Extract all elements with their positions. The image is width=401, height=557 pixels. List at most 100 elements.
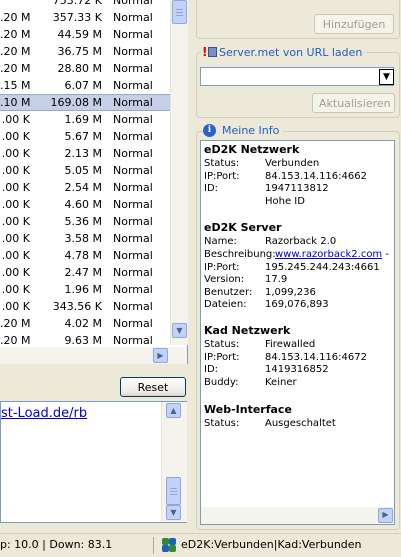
url-group-header: ! Server.met von URL laden bbox=[201, 44, 367, 60]
server-priority-cell: Normal bbox=[113, 0, 153, 7]
server-size-cell: 4.02 M bbox=[64, 317, 102, 330]
scroll-down-button[interactable]: ▼ bbox=[166, 505, 181, 520]
web-value: Ausgeschaltet bbox=[265, 418, 336, 429]
server-row[interactable]: .20 M 4.02 M Normal bbox=[0, 315, 170, 332]
web-key: Status: bbox=[204, 418, 240, 429]
server-usage-cell: .00 K bbox=[1, 249, 30, 262]
server-row-selected[interactable]: .10 M 169.08 M Normal bbox=[0, 94, 170, 111]
scroll-thumb[interactable] bbox=[172, 0, 187, 24]
info-group-header: i Meine Info bbox=[203, 122, 284, 138]
server-list-vscrollbar[interactable]: ▼ bbox=[170, 0, 188, 345]
server-priority-cell: Normal bbox=[113, 79, 153, 92]
url-combobox[interactable]: ▼ bbox=[200, 67, 394, 86]
server-row[interactable]: .20 M 357.33 K Normal bbox=[0, 9, 170, 26]
server-priority-cell: Normal bbox=[113, 62, 153, 75]
server-size-cell: 28.80 M bbox=[57, 62, 102, 75]
network-status-icon bbox=[162, 538, 176, 552]
server-size-cell: 2.54 M bbox=[64, 181, 102, 194]
server-row[interactable]: .00 K 5.05 M Normal bbox=[0, 162, 170, 179]
info-hscrollbar[interactable]: ▶ bbox=[201, 507, 394, 524]
server-usage-cell: .20 M bbox=[0, 317, 31, 330]
server-priority-cell: Normal bbox=[113, 45, 153, 58]
server-size-cell: 343.56 K bbox=[52, 300, 102, 313]
log-panel: st-Load.de/rb ▲ ▼ bbox=[0, 401, 187, 523]
log-vscrollbar[interactable]: ▲ ▼ bbox=[161, 402, 187, 522]
server-row[interactable]: .00 K 4.78 M Normal bbox=[0, 247, 170, 264]
server-row[interactable]: .00 K 1.96 M Normal bbox=[0, 281, 170, 298]
speed-status: p: 10.0 | Down: 83.1 bbox=[0, 538, 113, 551]
web-header: Web-Interface bbox=[204, 403, 292, 416]
server-size-cell: 169.08 M bbox=[50, 96, 102, 109]
server-name-key: Name: bbox=[204, 236, 237, 247]
refresh-button[interactable]: Aktualisieren bbox=[312, 93, 395, 113]
scroll-down-button[interactable]: ▼ bbox=[172, 323, 187, 338]
server-row[interactable]: .00 K 1.69 M Normal bbox=[0, 111, 170, 128]
ed2k-value: 1947113812 bbox=[265, 183, 329, 194]
dropdown-arrow-icon[interactable]: ▼ bbox=[379, 69, 394, 85]
server-size-cell: 9.63 M bbox=[64, 334, 102, 347]
info-panel: eD2K Netzwerk Status: Verbunden IP:Port: 84… bbox=[200, 140, 395, 525]
scroll-right-button[interactable]: ▶ bbox=[378, 508, 393, 523]
server-users-value: 1,099,236 bbox=[265, 287, 316, 298]
ed2k-value: Hohe ID bbox=[265, 195, 305, 207]
server-ip-value: 195.245.244.243:4661 bbox=[265, 262, 380, 273]
info-group-title: Meine Info bbox=[222, 123, 280, 137]
scroll-thumb[interactable] bbox=[166, 477, 181, 505]
log-toolbar: Reset bbox=[0, 372, 187, 398]
server-row[interactable]: .00 K 5.36 M Normal bbox=[0, 213, 170, 230]
server-size-cell: 1.96 M bbox=[64, 283, 102, 296]
ed2k-key: Status: bbox=[204, 158, 240, 169]
server-usage-cell: .00 K bbox=[1, 266, 30, 279]
server-size-cell: 44.59 M bbox=[57, 28, 102, 41]
server-row[interactable]: .20 M 44.59 M Normal bbox=[0, 26, 170, 43]
ed2k-key: ID: bbox=[204, 183, 219, 194]
server-row[interactable]: .00 K 2.54 M Normal bbox=[0, 179, 170, 196]
server-met-icon: ! bbox=[201, 45, 219, 59]
server-row[interactable]: .00 K 2.13 M Normal bbox=[0, 145, 170, 162]
server-priority-cell: Normal bbox=[113, 215, 153, 228]
server-row[interactable]: .15 M 6.07 M Normal bbox=[0, 77, 170, 94]
server-desc-link[interactable]: www.razorback2.com bbox=[275, 249, 382, 260]
server-list[interactable]: 753.72 K Normal .20 M 357.33 K Normal .20 M 44… bbox=[0, 0, 188, 348]
server-priority-cell: Normal bbox=[113, 164, 153, 177]
server-desc-suffix: - bbox=[385, 249, 389, 260]
server-row[interactable]: 753.72 K Normal bbox=[0, 0, 170, 9]
reset-button[interactable]: Reset bbox=[120, 377, 186, 397]
server-size-cell: 753.72 K bbox=[52, 0, 102, 7]
server-row[interactable]: .20 M 9.63 M Normal bbox=[0, 332, 170, 347]
kad-key: ID: bbox=[204, 364, 219, 375]
server-size-cell: 2.47 M bbox=[64, 266, 102, 279]
server-priority-cell: Normal bbox=[113, 198, 153, 211]
server-priority-cell: Normal bbox=[113, 11, 153, 24]
server-list-hscrollbar[interactable]: ▶ bbox=[0, 347, 188, 364]
log-link[interactable]: st-Load.de/rb bbox=[1, 406, 87, 421]
server-row[interactable]: .20 M 36.75 M Normal bbox=[0, 43, 170, 60]
server-priority-cell: Normal bbox=[113, 317, 153, 330]
server-row[interactable]: .20 M 28.80 M Normal bbox=[0, 60, 170, 77]
server-priority-cell: Normal bbox=[113, 266, 153, 279]
server-row[interactable]: .00 K 2.47 M Normal bbox=[0, 264, 170, 281]
server-size-cell: 4.78 M bbox=[64, 249, 102, 262]
server-row[interactable]: .00 K 3.58 M Normal bbox=[0, 230, 170, 247]
connection-status: eD2K:Verbunden|Kad:Verbunden bbox=[162, 534, 362, 556]
scroll-up-button[interactable]: ▲ bbox=[166, 403, 181, 418]
add-server-button[interactable]: Hinzufügen bbox=[314, 14, 394, 34]
server-row[interactable]: .00 K 4.60 M Normal bbox=[0, 196, 170, 213]
scroll-right-button[interactable]: ▶ bbox=[153, 348, 168, 363]
server-size-cell: 5.05 M bbox=[64, 164, 102, 177]
server-row[interactable]: .00 K 343.56 K Normal bbox=[0, 298, 170, 315]
kad-value: Keiner bbox=[265, 376, 297, 388]
server-size-cell: 5.67 M bbox=[64, 130, 102, 143]
server-version-key: Version: bbox=[204, 274, 245, 285]
server-row[interactable]: .00 K 5.67 M Normal bbox=[0, 128, 170, 145]
url-group-title: Server.met von URL laden bbox=[219, 45, 363, 59]
server-usage-cell: .00 K bbox=[1, 164, 30, 177]
server-usage-cell: .00 K bbox=[1, 198, 30, 211]
connection-text: eD2K:Verbunden|Kad:Verbunden bbox=[181, 538, 362, 551]
server-size-cell: 2.13 M bbox=[64, 147, 102, 160]
server-files-key: Dateien: bbox=[204, 299, 247, 310]
server-usage-cell: .00 K bbox=[1, 113, 30, 126]
server-usage-cell: .20 M bbox=[0, 62, 31, 75]
server-priority-cell: Normal bbox=[113, 334, 153, 347]
server-name-value: Razorback 2.0 bbox=[265, 236, 337, 247]
